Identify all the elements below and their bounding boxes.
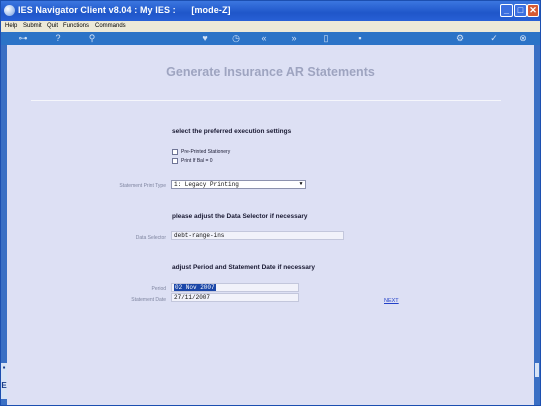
- fast-forward-icon[interactable]: »: [287, 33, 301, 44]
- period-label: Period: [151, 286, 166, 292]
- data-selector-input[interactable]: debt-range-ins: [171, 231, 344, 240]
- settings-icon[interactable]: ⚙: [453, 33, 467, 44]
- main-content: Generate Insurance AR Statements select …: [7, 45, 534, 405]
- app-icon: [4, 5, 15, 16]
- statement-print-type-label: Statement Print Type: [119, 183, 166, 189]
- heart-icon[interactable]: ♥: [198, 33, 212, 44]
- statement-date-label: Statement Date: [131, 297, 166, 303]
- home-icon[interactable]: ▪: [353, 33, 367, 44]
- statement-date-input[interactable]: 27/11/2007: [171, 293, 299, 302]
- confirm-icon[interactable]: ✓: [487, 33, 501, 44]
- help-icon[interactable]: ?: [51, 33, 65, 44]
- divider: [31, 100, 501, 101]
- menu-help[interactable]: Help: [5, 23, 17, 29]
- right-side-panel: [534, 45, 540, 405]
- period-value: 02 Nov 2007: [174, 284, 216, 291]
- period-input[interactable]: 02 Nov 2007: [171, 283, 299, 292]
- print-if-bal-zero-label: Print If Bal = 0: [181, 158, 213, 164]
- app-window: IES Navigator Client v8.04 : My IES : [m…: [0, 0, 541, 406]
- menu-bar: Help Submit Quit Functions Commands: [1, 21, 540, 32]
- search-icon[interactable]: ⚲: [85, 33, 99, 44]
- statement-print-type-value: 1: Legacy Printing: [174, 181, 239, 188]
- close-button[interactable]: ✕: [527, 4, 539, 17]
- window-title: IES Navigator Client v8.04 : My IES : [m…: [18, 5, 231, 15]
- rewind-icon[interactable]: «: [257, 33, 271, 44]
- print-if-bal-zero-checkbox[interactable]: [172, 158, 178, 164]
- menu-functions[interactable]: Functions: [63, 23, 89, 29]
- toolbar: ⊶ ? ⚲ ♥ ◷ « » ▯ ▪ ⚙ ✓ ⊗: [1, 32, 540, 45]
- title-bar: IES Navigator Client v8.04 : My IES : [m…: [1, 1, 540, 21]
- side-tab-right-icon[interactable]: [535, 363, 539, 377]
- data-selector-heading: please adjust the Data Selector if neces…: [172, 213, 308, 220]
- pre-printed-stationery-checkbox[interactable]: [172, 149, 178, 155]
- menu-commands[interactable]: Commands: [95, 23, 126, 29]
- page-title: Generate Insurance AR Statements: [166, 65, 375, 79]
- menu-quit[interactable]: Quit: [47, 23, 58, 29]
- minimize-button[interactable]: _: [500, 4, 513, 17]
- period-heading: adjust Period and Statement Date if nece…: [172, 264, 316, 271]
- key-icon[interactable]: ⊶: [13, 33, 33, 44]
- history-icon[interactable]: ◷: [229, 33, 243, 44]
- book-icon[interactable]: ▯: [319, 33, 333, 44]
- execution-settings-heading: select the preferred execution settings: [172, 128, 292, 135]
- chevron-down-icon[interactable]: ▼: [297, 181, 305, 188]
- cancel-icon[interactable]: ⊗: [516, 33, 530, 44]
- pre-printed-stationery-label: Pre-Printed Stationery: [181, 149, 231, 155]
- data-selector-label: Data Selector: [135, 235, 166, 241]
- next-link[interactable]: NEXT: [384, 298, 399, 304]
- statement-print-type-select[interactable]: 1: Legacy Printing ▼: [171, 180, 306, 189]
- menu-submit[interactable]: Submit: [23, 23, 42, 29]
- maximize-button[interactable]: □: [514, 4, 527, 17]
